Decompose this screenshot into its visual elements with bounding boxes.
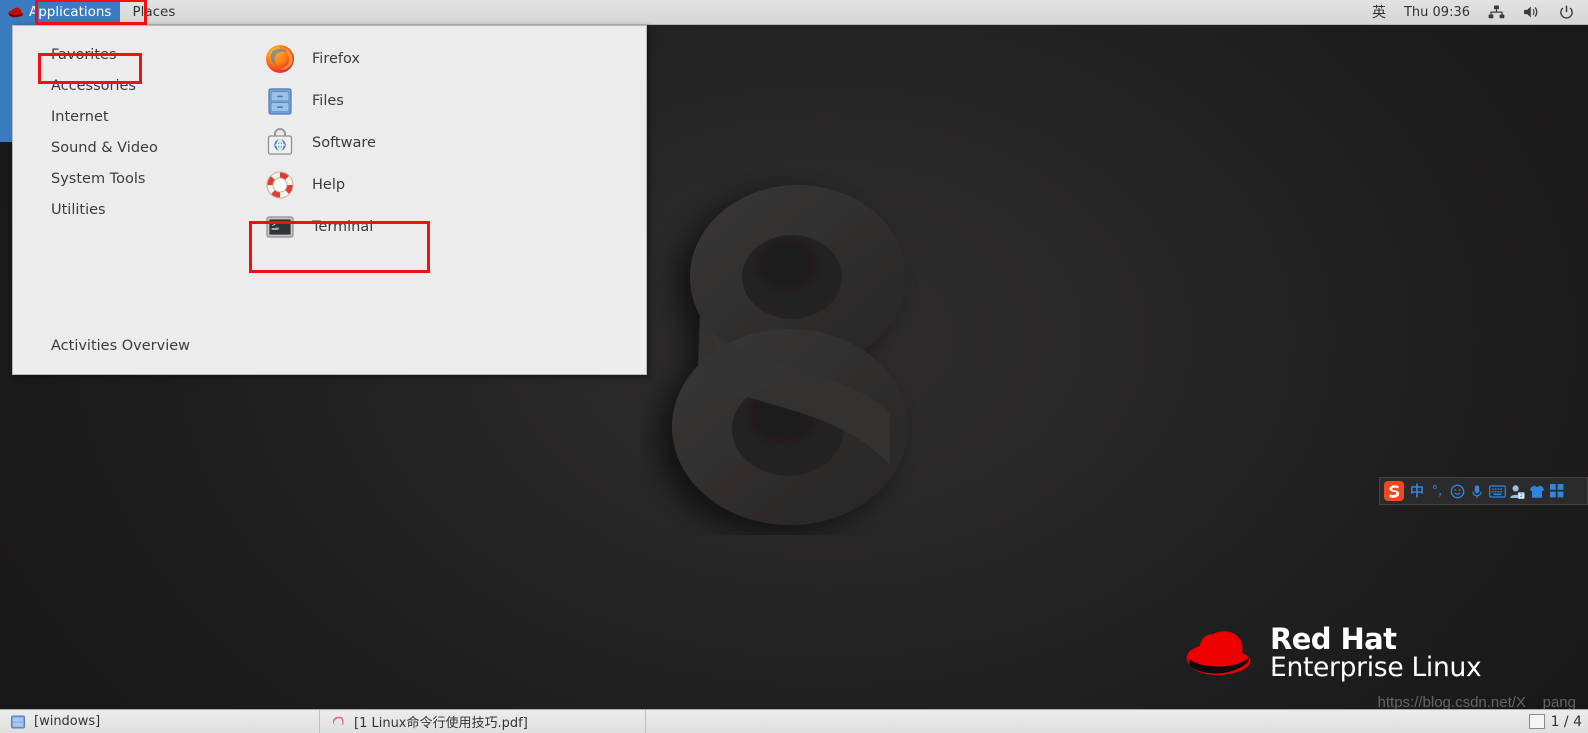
- brand-line-1: Red Hat: [1270, 621, 1397, 656]
- menu-app-label: Software: [312, 135, 376, 151]
- red-hat-fedora-icon: [1186, 630, 1251, 675]
- menu-category-internet[interactable]: Internet: [13, 102, 239, 133]
- menu-left-accent-inner: [0, 25, 12, 142]
- applications-menu-button[interactable]: Applications: [0, 0, 121, 25]
- activities-overview-label: Activities Overview: [51, 338, 191, 354]
- taskbar-item-windows[interactable]: [windows]: [0, 709, 320, 733]
- terminal-icon: >_: [264, 211, 296, 243]
- input-method-indicator[interactable]: 英: [1372, 2, 1386, 22]
- places-menu-label: Places: [132, 4, 176, 20]
- menu-app-firefox[interactable]: Firefox: [239, 38, 646, 80]
- workspace-label: 1 / 4: [1550, 713, 1582, 730]
- soft-keyboard-icon[interactable]: [1487, 478, 1507, 504]
- files-window-icon: [10, 714, 26, 730]
- top-panel: Applications Places 英 Thu 09:36: [0, 0, 1588, 25]
- menu-category-utilities[interactable]: Utilities: [13, 195, 239, 226]
- firefox-icon: [264, 43, 296, 75]
- menu-app-label: Help: [312, 177, 346, 193]
- menu-category-list: Favorites Accessories Internet Sound & V…: [13, 26, 239, 374]
- pdf-reader-icon: [330, 714, 346, 730]
- files-icon: [264, 85, 296, 117]
- svg-text:>_: >_: [272, 221, 280, 229]
- menu-category-system-tools[interactable]: System Tools: [13, 164, 239, 195]
- bottom-taskbar: [windows] [1 Linux命令行使用技巧.pdf] 1 / 4: [0, 709, 1588, 733]
- menu-app-label: Firefox: [312, 51, 360, 67]
- toolbox-grid-icon[interactable]: [1547, 478, 1567, 504]
- menu-category-favorites[interactable]: Favorites: [13, 40, 239, 71]
- rhel8-wallpaper-logo: [672, 185, 908, 525]
- menu-category-label: Accessories: [51, 78, 136, 94]
- brand-line-2: Enterprise Linux: [1270, 652, 1482, 684]
- menu-category-label: Utilities: [51, 202, 106, 218]
- sogou-ime-toolbar[interactable]: 中 °, 2: [1379, 477, 1588, 505]
- menu-category-accessories[interactable]: Accessories: [13, 71, 239, 102]
- menu-app-software[interactable]: Software: [239, 122, 646, 164]
- redhat-branding: Red Hat Enterprise Linux: [1180, 612, 1580, 694]
- menu-app-help[interactable]: Help: [239, 164, 646, 206]
- menu-app-label: Files: [312, 93, 344, 109]
- menu-app-terminal[interactable]: >_ Terminal: [239, 206, 646, 248]
- applications-menu-label: Applications: [29, 4, 112, 20]
- activities-overview-item[interactable]: Activities Overview: [13, 338, 646, 354]
- volume-icon[interactable]: [1523, 5, 1541, 19]
- places-menu-button[interactable]: Places: [120, 0, 187, 25]
- user-icon[interactable]: 2: [1507, 478, 1527, 504]
- power-icon[interactable]: [1559, 5, 1574, 20]
- punctuation-icon[interactable]: °,: [1427, 478, 1447, 504]
- skin-shirt-icon[interactable]: [1527, 478, 1547, 504]
- workspace-box-icon[interactable]: [1528, 714, 1545, 729]
- menu-category-label: Sound & Video: [51, 140, 158, 156]
- network-icon[interactable]: [1488, 5, 1505, 19]
- menu-category-label: Internet: [51, 109, 109, 125]
- menu-category-label: System Tools: [51, 171, 146, 187]
- emoji-icon[interactable]: [1447, 478, 1467, 504]
- microphone-icon[interactable]: [1467, 478, 1487, 504]
- clock[interactable]: Thu 09:36: [1404, 5, 1470, 20]
- menu-app-label: Terminal: [312, 219, 374, 235]
- menu-app-files[interactable]: Files: [239, 80, 646, 122]
- menu-category-sound-video[interactable]: Sound & Video: [13, 133, 239, 164]
- sogou-logo-icon[interactable]: [1381, 478, 1407, 504]
- taskbar-item-label: [1 Linux命令行使用技巧.pdf]: [354, 716, 528, 731]
- red-hat-fedora-icon: [8, 7, 24, 17]
- taskbar-item-pdf[interactable]: [1 Linux命令行使用技巧.pdf]: [320, 709, 646, 733]
- menu-application-list: Firefox Files Software Help >_ Terminal: [239, 26, 646, 374]
- chinese-mode-icon[interactable]: 中: [1407, 478, 1427, 504]
- software-icon: [264, 127, 296, 159]
- menu-category-label: Favorites: [51, 47, 117, 63]
- help-lifering-icon: [264, 169, 296, 201]
- workspace-switcher[interactable]: 1 / 4: [1528, 713, 1582, 730]
- svg-text:2: 2: [1520, 493, 1523, 499]
- taskbar-item-label: [windows]: [34, 714, 101, 729]
- applications-menu-popup: Favorites Accessories Internet Sound & V…: [12, 25, 647, 375]
